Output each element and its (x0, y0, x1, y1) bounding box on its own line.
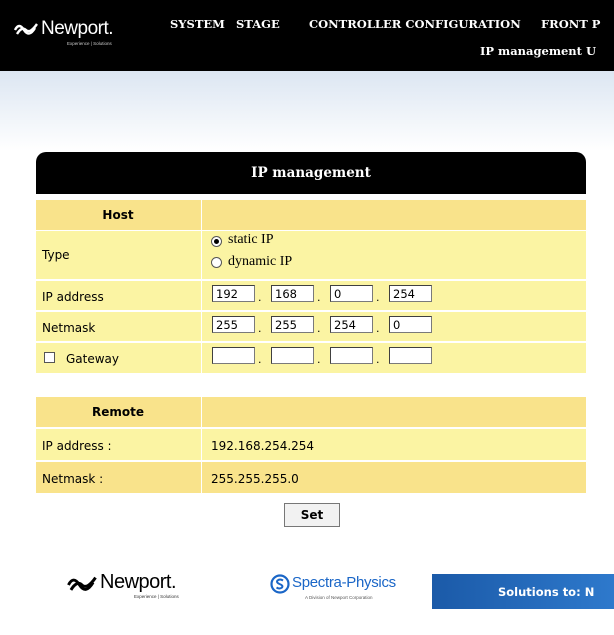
newport-logo-text: Newport. (41, 18, 114, 39)
remote-ip-value: 192.168.254.254 (211, 439, 315, 453)
top-navigation-bar: Newport. Experience | Solutions SYSTEM S… (0, 0, 614, 71)
gateway-octet-2-input[interactable] (271, 347, 314, 364)
gateway-checkbox[interactable] (44, 352, 55, 363)
remote-netmask-value: 255.255.255.0 (211, 472, 299, 486)
footer-newport-tagline: Experience | Solutions (134, 594, 179, 599)
netmask-octet-4-input[interactable]: 0 (389, 316, 432, 333)
remote-header-row: Remote (36, 397, 586, 427)
gateway-octet-1-input[interactable] (212, 347, 255, 364)
menu-controller-configuration[interactable]: CONTROLLER CONFIGURATION (309, 17, 521, 31)
host-header-row: Host (36, 200, 586, 230)
newport-logo-tagline: Experience | Solutions (67, 41, 112, 46)
remote-header: Remote (91, 405, 144, 419)
netmask-octet-2-input[interactable]: 255 (271, 316, 314, 333)
remote-netmask-row: Netmask : 255.255.255.0 (36, 462, 586, 493)
spectra-physics-text: Spectra-Physics (292, 574, 396, 591)
set-button[interactable]: Set (284, 503, 340, 527)
remote-ip-row: IP address : 192.168.254.254 (36, 429, 586, 460)
ip-address-label: IP address (42, 290, 104, 304)
ip-management-panel-header: IP management (36, 152, 586, 194)
ip-address-row: IP address 192 . 168 . 0 . 254 (36, 281, 586, 310)
gateway-octet-3-input[interactable] (330, 347, 373, 364)
netmask-octet-3-input[interactable]: 254 (330, 316, 373, 333)
menu-front-panel[interactable]: FRONT P (541, 17, 600, 31)
ip-octet-4-input[interactable]: 254 (389, 285, 432, 302)
type-row: Type static IP dynamic IP (36, 231, 586, 279)
ip-octet-1-input[interactable]: 192 (212, 285, 255, 302)
ip-octet-2-input[interactable]: 168 (271, 285, 314, 302)
host-header: Host (102, 208, 134, 222)
spectra-physics-tagline: A Division of Newport Corporation (305, 595, 373, 600)
remote-netmask-label: Netmask : (42, 472, 104, 486)
panel-title: IP management (251, 165, 371, 181)
gateway-row: Gateway . . . (36, 343, 586, 373)
dynamic-ip-label: dynamic IP (228, 254, 293, 269)
netmask-row: Netmask 255 . 255 . 254 . 0 (36, 312, 586, 341)
menu-stage[interactable]: STAGE (236, 17, 280, 31)
dynamic-ip-radio[interactable] (211, 257, 222, 268)
menu-system[interactable]: SYSTEM (170, 17, 225, 31)
netmask-label: Netmask (42, 321, 96, 335)
gateway-octet-4-input[interactable] (389, 347, 432, 364)
solutions-banner-text: Solutions to: N (498, 585, 595, 599)
solutions-banner[interactable]: Solutions to: N (432, 574, 614, 609)
remote-ip-label: IP address : (42, 439, 112, 453)
submenu-ip-management[interactable]: IP management U (480, 44, 596, 58)
gateway-label: Gateway (66, 352, 120, 366)
spectra-physics-icon (270, 574, 290, 594)
netmask-octet-1-input[interactable]: 255 (212, 316, 255, 333)
type-label: Type (42, 248, 70, 262)
static-ip-label: static IP (228, 232, 274, 247)
footer-newport-logo-icon (67, 576, 97, 591)
static-ip-radio[interactable] (211, 236, 222, 247)
footer-newport-text: Newport. (100, 571, 177, 593)
ip-octet-3-input[interactable]: 0 (330, 285, 373, 302)
header-gradient-band (0, 71, 614, 151)
newport-logo-icon (13, 23, 38, 35)
